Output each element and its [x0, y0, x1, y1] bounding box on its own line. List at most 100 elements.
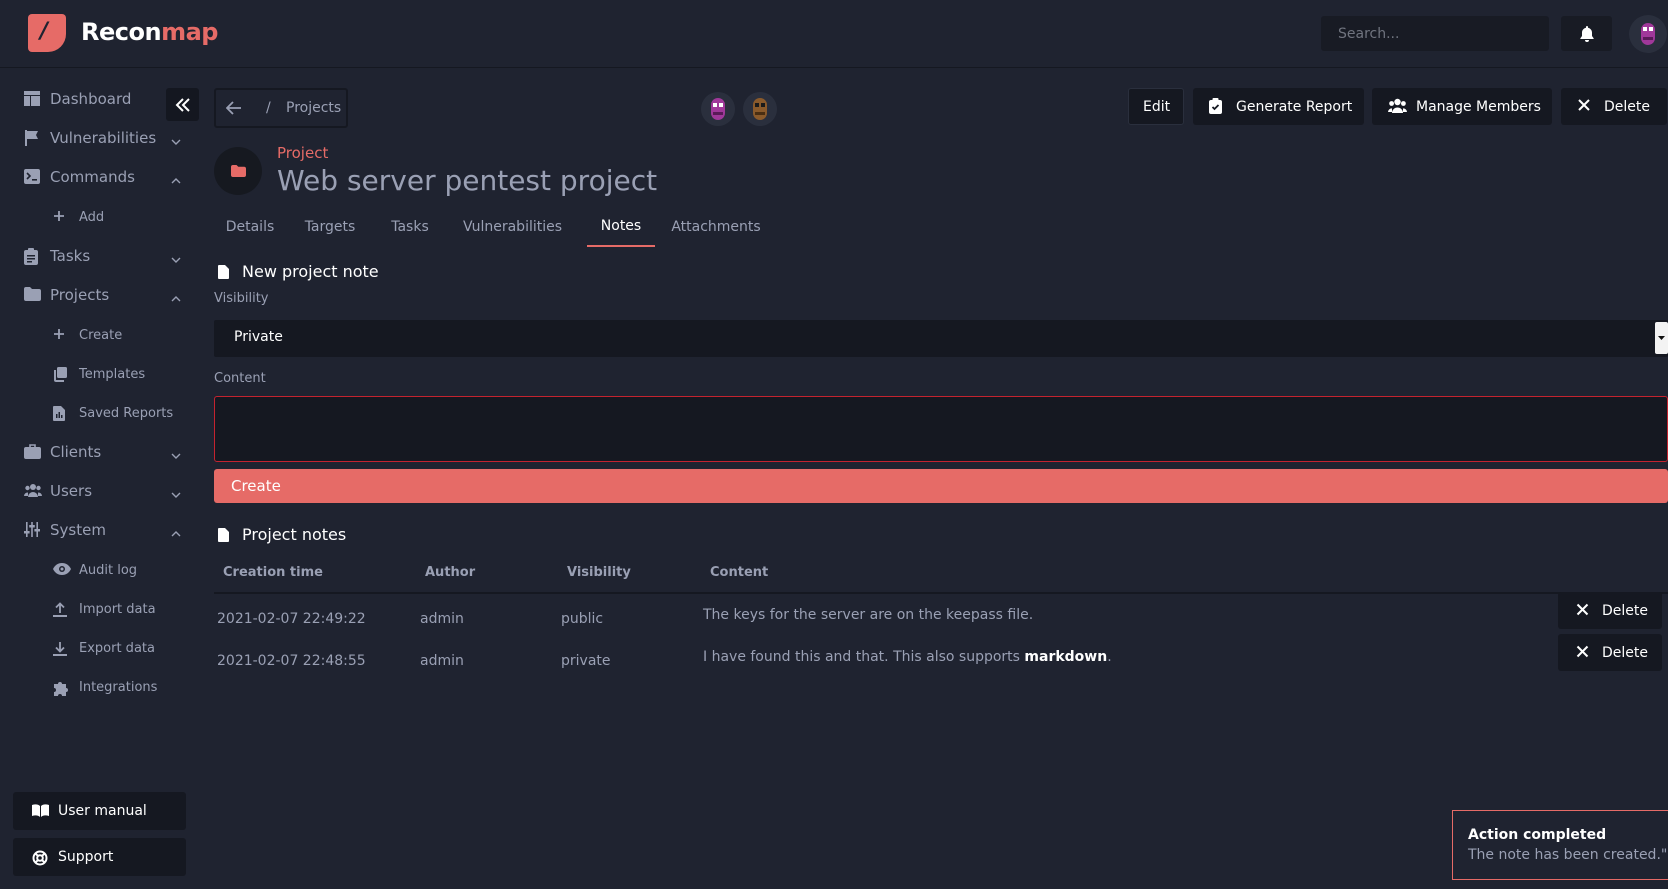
notifications-button[interactable]	[1561, 16, 1612, 51]
sidebar-item-label: Users	[50, 482, 93, 500]
project-tabs: Details Targets Tasks Vulnerabilities No…	[214, 207, 814, 247]
sidebar-subitem-export-data[interactable]: Export data	[0, 629, 190, 667]
book-icon	[32, 804, 49, 817]
sidebar-subitem-saved-reports[interactable]: Saved Reports	[0, 394, 190, 432]
visibility-select[interactable]: Private	[214, 320, 1668, 357]
sidebar-item-label: Create	[79, 327, 123, 343]
project-avatar	[214, 147, 262, 195]
tab-details[interactable]: Details	[214, 207, 286, 247]
logo-glyph: /	[40, 19, 49, 44]
note-time: 2021-02-07 22:48:55	[217, 653, 366, 669]
sidebar-subitem-templates[interactable]: Templates	[0, 355, 190, 393]
column-header[interactable]: Creation time	[223, 565, 323, 580]
toast-title: Action completed	[1468, 827, 1607, 843]
note-visibility: public	[561, 611, 604, 627]
content-label: Content	[214, 371, 266, 386]
sidebar-item-label: Templates	[79, 366, 146, 382]
eye-icon	[53, 563, 71, 575]
sidebar-item-dashboard[interactable]: Dashboard	[0, 80, 190, 118]
sidebar-item-vulnerabilities[interactable]: Vulnerabilities	[0, 119, 190, 157]
support-button[interactable]: Support	[13, 838, 186, 876]
sidebar-item-clients[interactable]: Clients	[0, 433, 190, 471]
create-note-button[interactable]: Create	[214, 469, 1668, 503]
table-header-divider	[214, 592, 1668, 594]
sidebar-item-label: Clients	[50, 443, 102, 461]
file-icon	[218, 527, 229, 542]
sidebar-subitem-import-data[interactable]: Import data	[0, 590, 190, 628]
main-content: / Projects Edit Generate Report Manage M…	[214, 68, 1668, 889]
upload-icon	[53, 602, 67, 617]
column-header[interactable]: Visibility	[567, 565, 631, 580]
sidebar-item-users[interactable]: Users	[0, 472, 190, 510]
note-content: The keys for the server are on the keepa…	[703, 607, 1034, 623]
page-title: Web server pentest project	[277, 164, 658, 197]
bell-icon	[1579, 25, 1594, 42]
column-header[interactable]: Author	[425, 565, 475, 580]
sidebar-item-projects[interactable]: Projects	[0, 276, 190, 314]
user-manual-button[interactable]: User manual	[13, 792, 186, 830]
project-notes-heading: Project notes	[218, 525, 346, 544]
sidebar-subitem-create-project[interactable]: Create	[0, 316, 190, 354]
project-notes-title: Project notes	[242, 525, 347, 544]
download-icon	[53, 641, 67, 656]
sliders-icon	[24, 522, 40, 537]
sidebar-item-label: System	[50, 521, 106, 539]
note-author: admin	[420, 653, 464, 669]
app-logo[interactable]: /	[28, 14, 66, 52]
briefcase-icon	[24, 444, 41, 459]
breadcrumb-projects-link[interactable]: Projects	[286, 100, 341, 116]
sidebar-item-label: Tasks	[50, 247, 91, 265]
delete-label: Delete	[1604, 98, 1650, 115]
generate-report-button[interactable]: Generate Report	[1193, 88, 1364, 125]
sidebar-item-label: Vulnerabilities	[50, 129, 157, 147]
report-icon	[53, 406, 65, 421]
support-label: Support	[58, 849, 114, 865]
tab-vulnerabilities[interactable]: Vulnerabilities	[446, 207, 579, 247]
sidebar-item-system[interactable]: System	[0, 511, 190, 549]
terminal-icon	[24, 169, 40, 184]
sidebar-item-label: Commands	[50, 168, 135, 186]
sidebar-item-label: Integrations	[79, 679, 158, 695]
sidebar-item-tasks[interactable]: Tasks	[0, 237, 190, 275]
search-input[interactable]	[1321, 16, 1549, 51]
sidebar-item-label: Saved Reports	[79, 405, 174, 421]
member-avatar[interactable]	[743, 92, 777, 126]
sidebar-item-commands[interactable]: Commands	[0, 158, 190, 196]
visibility-value: Private	[234, 329, 283, 345]
edit-label: Edit	[1143, 98, 1171, 115]
chevron-down-icon	[171, 447, 181, 463]
lifebuoy-icon	[32, 850, 48, 866]
tab-attachments[interactable]: Attachments	[663, 207, 769, 247]
sidebar-subitem-integrations[interactable]: Integrations	[0, 668, 190, 706]
user-avatar[interactable]	[1629, 15, 1667, 53]
delete-project-button[interactable]: Delete	[1561, 88, 1667, 125]
breadcrumb: / Projects	[214, 88, 348, 128]
new-note-title: New project note	[242, 262, 379, 281]
tab-tasks[interactable]: Tasks	[374, 207, 446, 247]
delete-label: Delete	[1602, 644, 1648, 661]
delete-note-button[interactable]: Delete	[1558, 634, 1662, 671]
folder-icon	[24, 287, 41, 301]
caret-down-icon	[1655, 322, 1668, 354]
toast-notification[interactable]: Action completed The note has been creat…	[1452, 810, 1668, 880]
user-manual-label: User manual	[58, 803, 147, 819]
tab-notes[interactable]: Notes	[587, 207, 655, 247]
visibility-label: Visibility	[214, 291, 269, 306]
sidebar-item-label: Export data	[79, 640, 155, 656]
member-avatar[interactable]	[701, 92, 735, 126]
sidebar-subitem-audit-log[interactable]: Audit log	[0, 551, 190, 589]
column-header[interactable]: Content	[710, 565, 768, 580]
breadcrumb-separator: /	[266, 100, 271, 116]
chevron-down-icon	[171, 133, 181, 149]
chevron-down-icon	[171, 251, 181, 267]
flag-icon	[24, 130, 40, 146]
sidebar-item-label: Projects	[50, 286, 110, 304]
edit-button[interactable]: Edit	[1128, 88, 1184, 125]
sidebar-subitem-add-command[interactable]: Add	[0, 198, 190, 236]
dashboard-icon	[24, 91, 40, 106]
arrow-left-icon[interactable]	[226, 101, 242, 115]
content-textarea[interactable]	[214, 396, 1668, 462]
delete-note-button[interactable]: Delete	[1558, 592, 1662, 629]
tab-targets[interactable]: Targets	[286, 207, 374, 247]
manage-members-button[interactable]: Manage Members	[1372, 88, 1552, 125]
